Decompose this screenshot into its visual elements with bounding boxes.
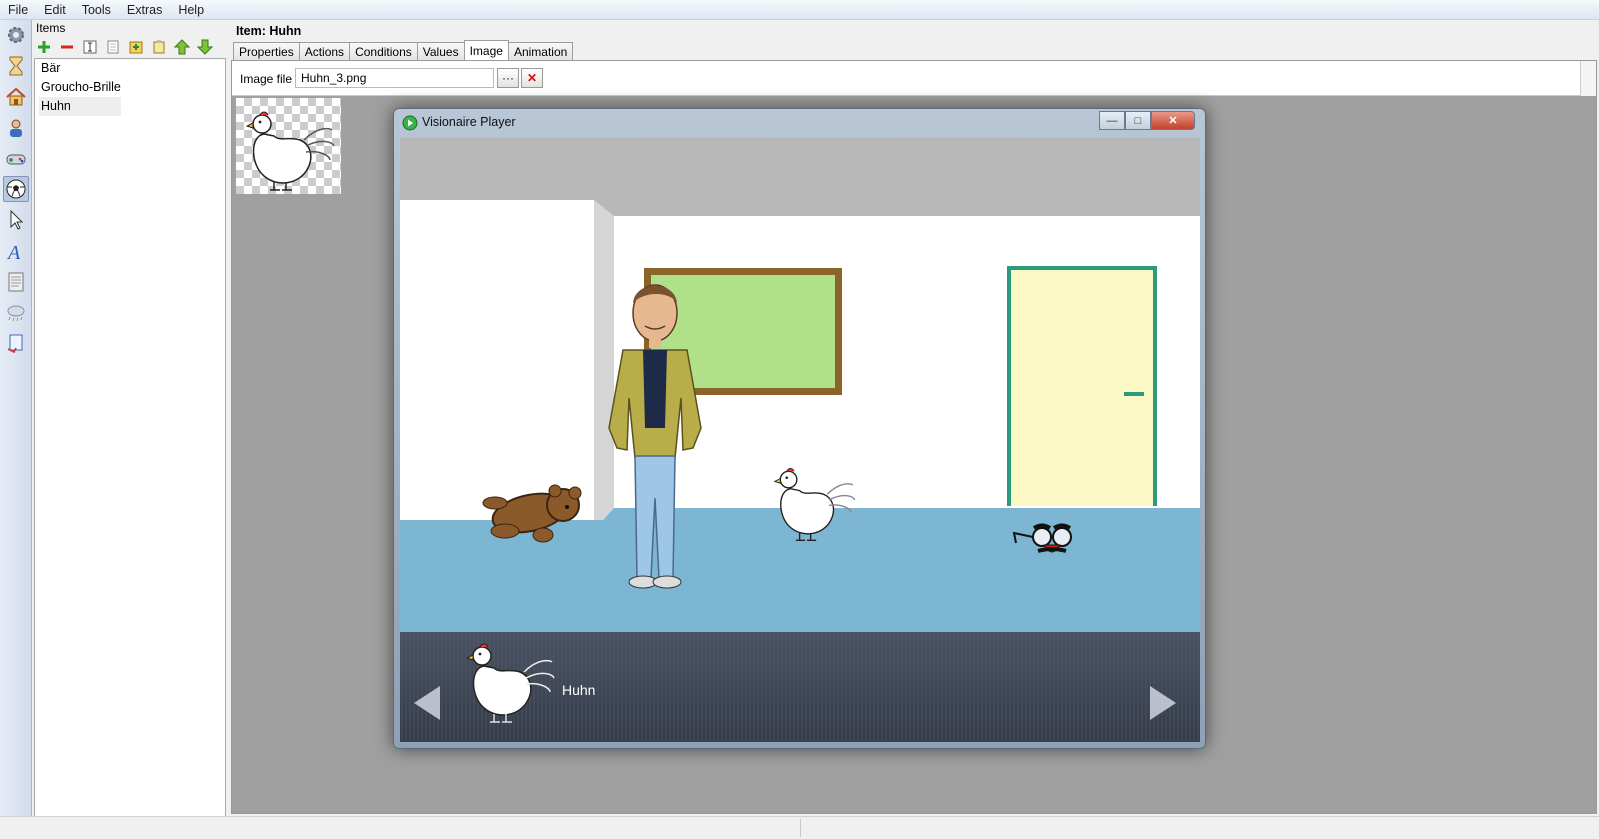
paste-icon[interactable] bbox=[126, 37, 146, 57]
items-list: Bär Groucho-Brille Huhn bbox=[34, 58, 226, 836]
character-icon[interactable] bbox=[3, 115, 29, 141]
item-image-preview bbox=[236, 98, 341, 194]
browse-button[interactable]: ··· bbox=[497, 68, 519, 88]
tab-conditions[interactable]: Conditions bbox=[349, 42, 418, 61]
tab-actions[interactable]: Actions bbox=[298, 42, 351, 61]
gear-icon[interactable] bbox=[3, 22, 29, 48]
remove-icon[interactable] bbox=[57, 37, 77, 57]
minimize-button[interactable]: — bbox=[1099, 111, 1125, 130]
tab-bar: Properties Actions Conditions Values Ima… bbox=[233, 40, 574, 61]
visionaire-player-window: Visionaire Player — □ ✕ Huhn bbox=[393, 108, 1206, 749]
add-icon[interactable] bbox=[34, 37, 54, 57]
menu-help[interactable]: Help bbox=[170, 3, 212, 17]
script-icon[interactable] bbox=[3, 330, 29, 356]
inventory-item-label: Huhn bbox=[562, 682, 596, 698]
menu-file[interactable]: File bbox=[0, 3, 36, 17]
tab-image[interactable]: Image bbox=[463, 40, 509, 60]
items-toolbar bbox=[34, 36, 215, 58]
list-item[interactable]: Bär bbox=[35, 59, 225, 78]
list-item-selected[interactable]: Huhn bbox=[39, 97, 121, 116]
image-file-label: Image file bbox=[240, 72, 293, 86]
clear-image-button[interactable]: ✕ bbox=[521, 68, 543, 88]
window-controls: — □ ✕ bbox=[1099, 111, 1195, 130]
game-scene: Huhn bbox=[400, 138, 1200, 742]
svg-text:A: A bbox=[6, 242, 21, 262]
image-file-field[interactable]: Huhn_3.png bbox=[295, 68, 494, 88]
close-button[interactable]: ✕ bbox=[1151, 111, 1195, 130]
tab-properties[interactable]: Properties bbox=[233, 42, 300, 61]
menu-extras[interactable]: Extras bbox=[119, 3, 170, 17]
status-divider bbox=[800, 819, 801, 837]
home-icon[interactable] bbox=[3, 84, 29, 110]
tab-animation[interactable]: Animation bbox=[507, 42, 574, 61]
inventory-prev-button[interactable] bbox=[406, 682, 450, 726]
image-file-bar: Image file Huhn_3.png ··· ✕ bbox=[232, 61, 1596, 96]
item-title: Item: Huhn bbox=[236, 24, 302, 38]
items-panel: Items Bär Groucho-Brille Huhn bbox=[32, 20, 226, 836]
scrollbar[interactable] bbox=[1580, 61, 1596, 96]
font-icon[interactable]: A bbox=[3, 238, 29, 264]
pointer-icon[interactable] bbox=[3, 207, 29, 233]
editor-category-strip: A bbox=[0, 20, 32, 816]
play-icon bbox=[402, 115, 418, 131]
scene-artwork bbox=[400, 138, 1200, 742]
player-window-title: Visionaire Player bbox=[422, 115, 516, 129]
rename-icon[interactable] bbox=[80, 37, 100, 57]
move-down-icon[interactable] bbox=[195, 37, 215, 57]
maximize-button[interactable]: □ bbox=[1125, 111, 1151, 130]
copy-icon[interactable] bbox=[103, 37, 123, 57]
chicken-icon bbox=[245, 111, 335, 191]
status-bar bbox=[0, 816, 1599, 839]
tab-values[interactable]: Values bbox=[416, 42, 465, 61]
menu-tools[interactable]: Tools bbox=[74, 3, 119, 17]
menu-bar: File Edit Tools Extras Help bbox=[0, 0, 1599, 20]
menu-edit[interactable]: Edit bbox=[36, 3, 74, 17]
clipboard-icon[interactable] bbox=[149, 37, 169, 57]
list-item[interactable]: Groucho-Brille bbox=[35, 78, 225, 97]
items-panel-title: Items bbox=[36, 21, 66, 35]
particles-icon[interactable] bbox=[3, 300, 29, 326]
inventory-next-button[interactable] bbox=[1148, 682, 1192, 726]
move-up-icon[interactable] bbox=[172, 37, 192, 57]
hourglass-icon[interactable] bbox=[3, 53, 29, 79]
text-page-icon[interactable] bbox=[3, 269, 29, 295]
gamepad-icon[interactable] bbox=[3, 146, 29, 172]
ball-icon[interactable] bbox=[3, 176, 29, 202]
